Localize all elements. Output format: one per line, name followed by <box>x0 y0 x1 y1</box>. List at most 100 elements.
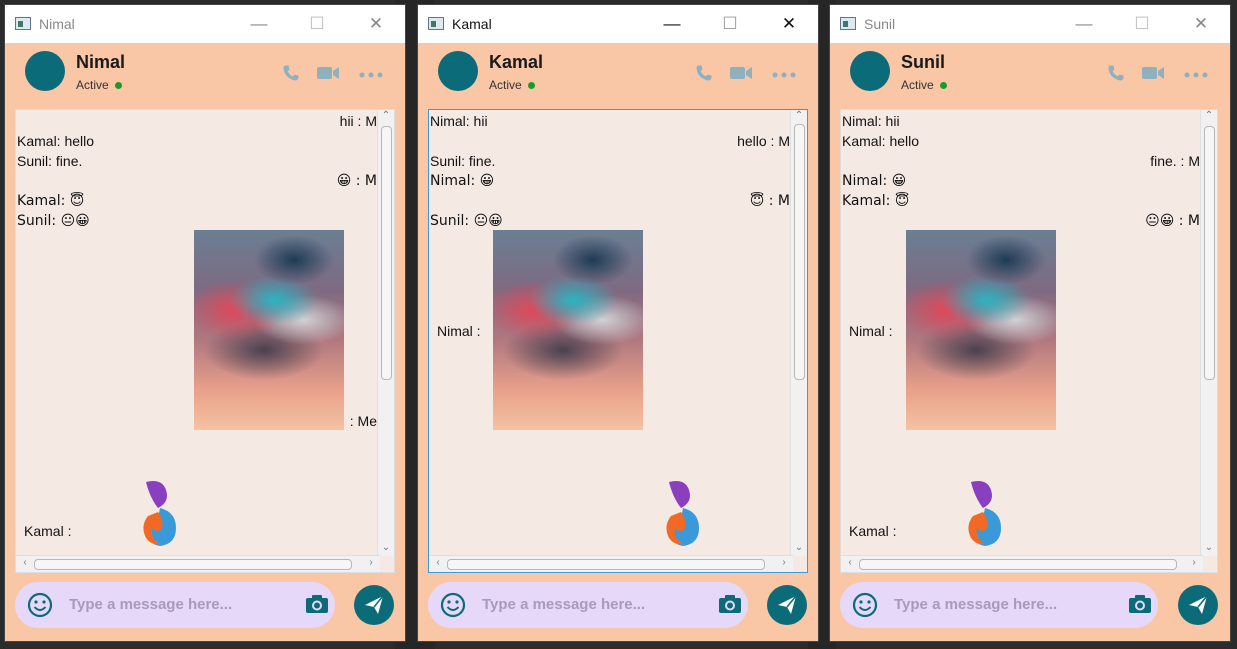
shared-image[interactable] <box>493 230 643 430</box>
message-input[interactable]: Type a message here... <box>428 582 748 628</box>
message: Kamal: 😇 <box>842 193 910 209</box>
more-icon[interactable] <box>359 63 383 83</box>
scroll-left-arrow[interactable]: ‹ <box>843 557 857 568</box>
scroll-down-arrow[interactable]: ⌄ <box>1201 542 1217 556</box>
status-text: Active <box>489 78 535 92</box>
message-area[interactable]: Nimal: hii Kamal: hello fine. : M Nimal:… <box>840 109 1218 573</box>
video-icon[interactable] <box>316 63 340 83</box>
message: Kamal: hello <box>17 133 95 149</box>
smile-icon[interactable] <box>27 592 53 618</box>
scroll-right-arrow[interactable]: › <box>364 557 378 568</box>
camera-icon[interactable] <box>718 593 742 615</box>
maximize-button[interactable]: ☐ <box>1122 11 1162 37</box>
message: Nimal: hii <box>430 113 488 129</box>
title-bar[interactable]: Sunil — ☐ ✕ <box>830 5 1230 43</box>
chat-header: Nimal Active <box>5 43 405 109</box>
message-input[interactable]: Type a message here... <box>15 582 335 628</box>
scroll-up-arrow[interactable]: ⌃ <box>791 110 807 124</box>
video-icon[interactable] <box>729 63 753 83</box>
camera-icon[interactable] <box>305 593 329 615</box>
title-bar[interactable]: Nimal — ☐ ✕ <box>5 5 405 43</box>
message: Kamal: 😇 <box>17 193 85 209</box>
message: 😀 : M <box>336 173 377 189</box>
scroll-up-arrow[interactable]: ⌃ <box>1201 110 1217 124</box>
vertical-scrollbar[interactable]: ⌃ ⌄ <box>1200 110 1217 556</box>
window-title: Sunil <box>864 16 896 32</box>
flame-logo-image[interactable] <box>961 478 1005 548</box>
scroll-down-arrow[interactable]: ⌄ <box>791 542 807 556</box>
scroll-thumb[interactable] <box>34 559 352 570</box>
message: hii : M <box>339 113 377 129</box>
vertical-scrollbar[interactable]: ⌃ ⌄ <box>790 110 807 556</box>
message-area[interactable]: hii : M Kamal: hello Sunil: fine. 😀 : M … <box>15 109 395 573</box>
message: Kamal: hello <box>842 133 920 149</box>
message: Nimal: hii <box>842 113 900 129</box>
flame-logo-image[interactable] <box>659 478 703 548</box>
smile-icon[interactable] <box>440 592 466 618</box>
horizontal-scrollbar[interactable]: ‹ › <box>429 555 793 572</box>
minimize-button[interactable]: — <box>1064 11 1104 37</box>
shared-image[interactable] <box>906 230 1056 430</box>
camera-icon[interactable] <box>1128 593 1152 615</box>
smile-icon[interactable] <box>852 592 878 618</box>
scroll-thumb[interactable] <box>447 559 765 570</box>
horizontal-scrollbar[interactable]: ‹ › <box>16 555 380 572</box>
scroll-down-arrow[interactable]: ⌄ <box>378 542 394 556</box>
send-button[interactable] <box>354 585 394 625</box>
active-dot <box>939 82 947 90</box>
contact-name: Nimal <box>76 52 126 72</box>
avatar[interactable] <box>438 51 478 91</box>
scroll-thumb[interactable] <box>794 124 805 380</box>
status-text: Active <box>901 78 947 92</box>
active-dot <box>114 82 122 90</box>
message-placeholder: Type a message here... <box>69 596 233 613</box>
scroll-thumb[interactable] <box>1204 126 1215 380</box>
message-input[interactable]: Type a message here... <box>840 582 1158 628</box>
message: Nimal : <box>437 323 481 339</box>
send-button[interactable] <box>767 585 807 625</box>
window-title: Kamal <box>452 16 492 32</box>
maximize-button[interactable]: ☐ <box>710 11 750 37</box>
chat-window-sunil: Sunil — ☐ ✕ Sunil Active Nimal: hii Kama… <box>829 4 1231 642</box>
chat-header: Kamal Active <box>418 43 818 109</box>
flame-logo-image[interactable] <box>136 478 180 548</box>
app-icon <box>428 17 444 30</box>
vertical-scrollbar[interactable]: ⌃ ⌄ <box>377 110 394 556</box>
minimize-button[interactable]: — <box>652 11 692 37</box>
maximize-button[interactable]: ☐ <box>297 11 337 37</box>
send-icon <box>1189 595 1208 614</box>
scroll-thumb[interactable] <box>381 126 392 380</box>
video-icon[interactable] <box>1141 63 1165 83</box>
contact-name: Sunil <box>901 52 945 72</box>
horizontal-scrollbar[interactable]: ‹ › <box>841 555 1203 572</box>
contact-name: Kamal <box>489 52 544 72</box>
phone-icon[interactable] <box>1104 63 1128 83</box>
send-button[interactable] <box>1178 585 1218 625</box>
close-button[interactable]: ✕ <box>769 11 809 37</box>
scroll-right-arrow[interactable]: › <box>1187 557 1201 568</box>
avatar[interactable] <box>850 51 890 91</box>
chat-window-nimal: Nimal — ☐ ✕ Nimal Active hii : M Kamal: … <box>4 4 406 642</box>
message: : Me <box>349 413 377 429</box>
scroll-left-arrow[interactable]: ‹ <box>431 557 445 568</box>
message-area[interactable]: Nimal: hii hello : M Sunil: fine. Nimal:… <box>428 109 808 573</box>
scroll-up-arrow[interactable]: ⌃ <box>378 110 394 124</box>
more-icon[interactable] <box>1184 63 1208 83</box>
phone-icon[interactable] <box>279 63 303 83</box>
close-button[interactable]: ✕ <box>1181 11 1221 37</box>
status-text: Active <box>76 78 122 92</box>
scroll-right-arrow[interactable]: › <box>777 557 791 568</box>
message: Nimal: 😀 <box>842 173 907 189</box>
avatar[interactable] <box>25 51 65 91</box>
scroll-left-arrow[interactable]: ‹ <box>18 557 32 568</box>
minimize-button[interactable]: — <box>239 11 279 37</box>
message: Kamal : <box>24 523 72 539</box>
shared-image[interactable] <box>194 230 344 430</box>
close-button[interactable]: ✕ <box>356 11 396 37</box>
more-icon[interactable] <box>772 63 796 83</box>
window-title: Nimal <box>39 16 75 32</box>
title-bar[interactable]: Kamal — ☐ ✕ <box>418 5 818 43</box>
phone-icon[interactable] <box>692 63 716 83</box>
message: hello : M <box>737 133 790 149</box>
scroll-thumb[interactable] <box>859 559 1177 570</box>
